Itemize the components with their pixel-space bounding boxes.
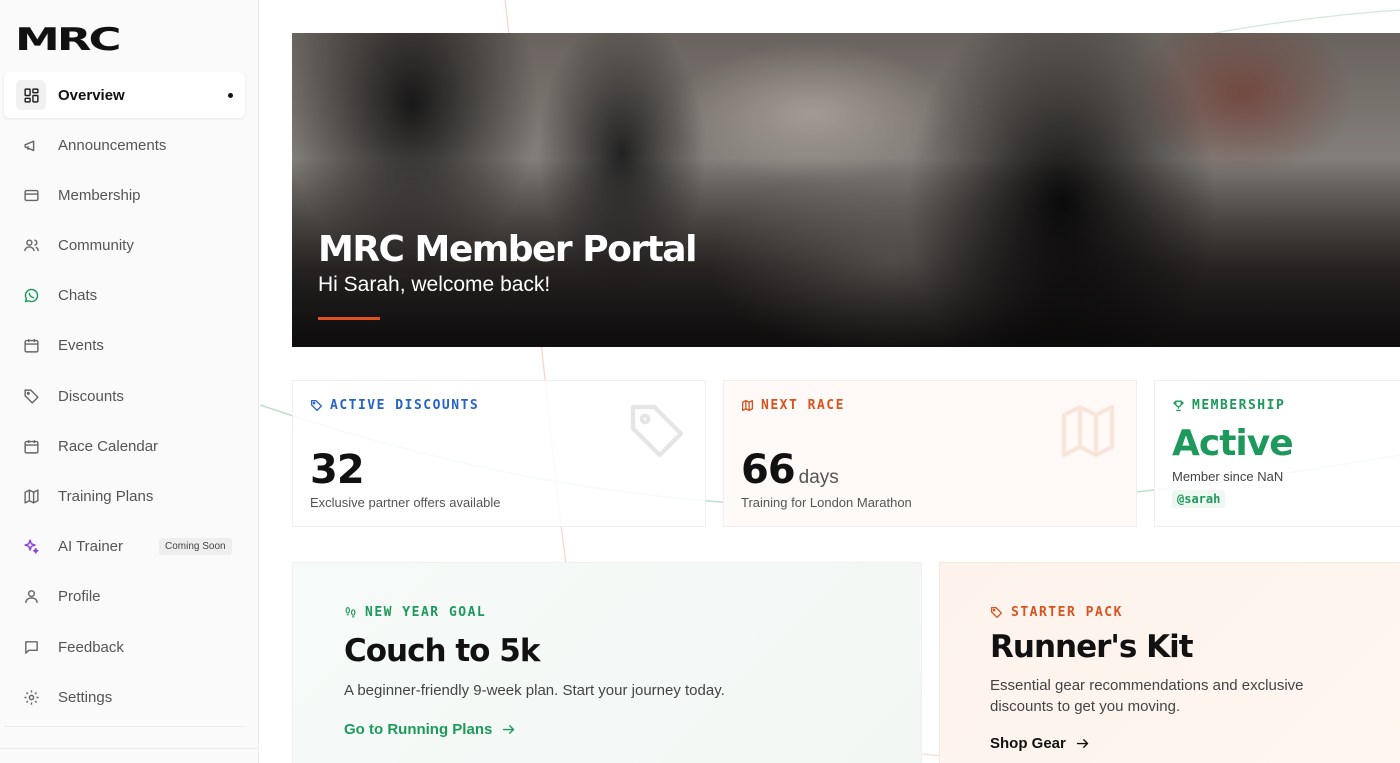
goal-heading: NEW YEAR GOAL	[344, 605, 486, 620]
sidebar-divider	[4, 726, 245, 727]
days-unit: days	[798, 467, 839, 488]
sidebar-item-label: Community	[58, 237, 134, 255]
sidebar-item-label: Discounts	[58, 387, 124, 405]
heading-text: MEMBERSHIP	[1192, 398, 1286, 413]
kit-description: Essential gear recommendations and exclu…	[990, 677, 1304, 715]
next-race-card[interactable]: NEXT RACE 66 days Training for London Mar…	[723, 380, 1137, 527]
sidebar-item-label: Training Plans	[58, 488, 154, 505]
sidebar-item-training-plans[interactable]: Training Plans	[4, 474, 245, 520]
heading-text: NEW YEAR GOAL	[365, 605, 487, 620]
member-since: Member since NaN	[1172, 469, 1284, 484]
card-icon	[16, 180, 46, 210]
kit-heading: STARTER PACK	[990, 605, 1123, 620]
heading-text: STARTER PACK	[1011, 605, 1123, 620]
sidebar-item-label: Events	[58, 337, 104, 355]
sidebar-item-chats[interactable]: Chats	[4, 273, 245, 319]
sidebar-item-community[interactable]: Community	[4, 223, 245, 269]
shop-gear-link[interactable]: Shop Gear	[990, 735, 1090, 752]
goal-description: A beginner-friendly 9-week plan. Start y…	[344, 682, 725, 699]
sidebar-item-race-calendar[interactable]: Race Calendar	[4, 423, 245, 469]
discounts-count: 32	[310, 447, 365, 493]
link-text: Go to Running Plans	[344, 721, 493, 738]
new-year-goal-card: NEW YEAR GOAL Couch to 5k A beginner-fri…	[292, 562, 922, 763]
footprints-icon	[345, 607, 356, 618]
calendar-days-icon	[16, 431, 46, 461]
active-indicator-dot	[228, 93, 233, 98]
sidebar-item-announcements[interactable]: Announcements	[4, 122, 245, 168]
sidebar-item-label: Profile	[58, 588, 101, 606]
sidebar-item-label: Announcements	[58, 136, 167, 154]
membership-heading: MEMBERSHIP	[1172, 398, 1285, 413]
days-value: 66	[741, 447, 796, 493]
message-icon	[16, 632, 46, 662]
active-discounts-heading: ACTIVE DISCOUNTS	[310, 398, 479, 413]
user-icon	[16, 582, 46, 612]
sidebar-item-label: Chats	[58, 287, 98, 305]
next-race-heading: NEXT RACE	[741, 398, 845, 413]
sparkles-icon	[16, 532, 46, 562]
sidebar-nav: Overview Announcements Membership Commun…	[4, 72, 245, 724]
gear-icon	[16, 682, 46, 712]
tag-icon	[16, 381, 46, 411]
sidebar-item-profile[interactable]: Profile	[4, 574, 245, 620]
hero-subtitle: Hi Sarah, welcome back!	[318, 273, 551, 296]
grid-icon	[16, 80, 46, 110]
sidebar-item-label: AI Trainer	[58, 538, 124, 556]
active-discounts-card[interactable]: ACTIVE DISCOUNTS 32 Exclusive partner of…	[292, 380, 706, 527]
goal-title: Couch to 5k	[344, 633, 540, 669]
discounts-description: Exclusive partner offers available	[310, 495, 501, 510]
arrow-right-icon	[1076, 739, 1089, 748]
whatsapp-icon	[16, 281, 46, 311]
race-countdown: 66 days	[741, 447, 839, 493]
coming-soon-badge: Coming Soon	[159, 537, 232, 555]
sidebar-item-label: Race Calendar	[58, 437, 159, 455]
hero-banner: MRC Member Portal Hi Sarah, welcome back…	[292, 33, 1400, 347]
sidebar-item-settings[interactable]: Settings	[4, 674, 245, 720]
tag-icon	[990, 606, 1003, 619]
sidebar-item-events[interactable]: Events	[4, 323, 245, 369]
sidebar-item-membership[interactable]: Membership	[4, 172, 245, 218]
race-description: Training for London Marathon	[741, 495, 912, 510]
sidebar-item-label: Feedback	[58, 638, 124, 656]
heading-text: ACTIVE DISCOUNTS	[330, 398, 480, 413]
users-icon	[16, 231, 46, 261]
user-handle: @sarah	[1172, 490, 1226, 508]
hero-accent-line	[318, 317, 380, 320]
map-icon	[1061, 404, 1115, 458]
tag-icon	[630, 404, 684, 458]
membership-status: Active	[1172, 423, 1294, 464]
heading-text: NEXT RACE	[761, 398, 845, 413]
tag-icon	[310, 399, 323, 412]
sidebar-divider	[0, 748, 259, 749]
calendar-icon	[16, 331, 46, 361]
sidebar-item-ai-trainer[interactable]: AI Trainer Coming Soon	[4, 524, 245, 570]
map-icon	[16, 482, 46, 512]
starter-pack-card: STARTER PACK Runner's Kit Essential gear…	[939, 562, 1400, 763]
mrc-logo[interactable]: MRC	[15, 22, 122, 58]
hero-title: MRC Member Portal	[318, 229, 697, 270]
sidebar-item-feedback[interactable]: Feedback	[4, 624, 245, 670]
sidebar-item-label: Settings	[58, 688, 113, 706]
go-to-running-plans-link[interactable]: Go to Running Plans	[344, 721, 516, 738]
sidebar-item-label: Overview	[58, 86, 125, 104]
sidebar: MRC Overview Announcements Membership Co…	[0, 0, 259, 763]
trophy-icon	[1173, 400, 1184, 412]
kit-title: Runner's Kit	[990, 629, 1194, 665]
sidebar-item-label: Membership	[58, 186, 141, 204]
megaphone-icon	[16, 130, 46, 160]
sidebar-item-discounts[interactable]: Discounts	[4, 373, 245, 419]
arrow-right-icon	[503, 725, 515, 734]
map-icon	[741, 399, 754, 412]
membership-card[interactable]: MEMBERSHIP Active Member since NaN @sara…	[1154, 380, 1400, 527]
sidebar-item-overview[interactable]: Overview	[4, 72, 245, 118]
link-text: Shop Gear	[990, 735, 1066, 752]
